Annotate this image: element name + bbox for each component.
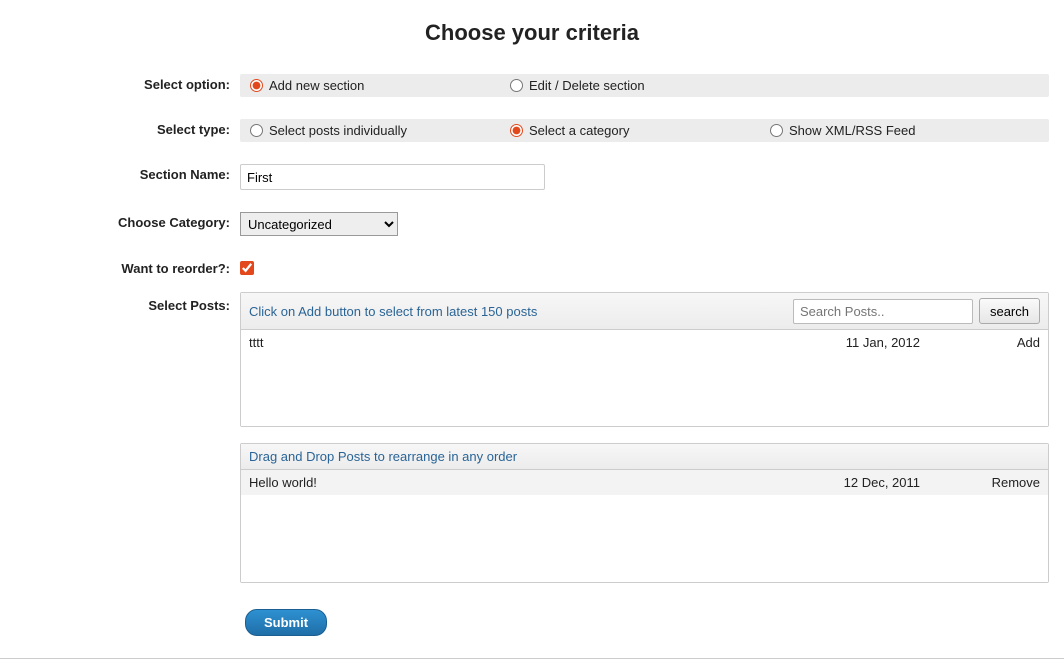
submit-button[interactable]: Submit (245, 609, 327, 636)
option-add-new[interactable]: Add new section (244, 77, 504, 94)
select-type-label: Select type: (15, 119, 240, 137)
option-add-new-label: Add new section (269, 78, 364, 93)
add-post-button[interactable]: Add (960, 335, 1040, 350)
available-posts-panel: Click on Add button to select from lates… (240, 292, 1049, 427)
available-post-title: tttt (249, 335, 820, 350)
selected-post-row[interactable]: Hello world! 12 Dec, 2011 Remove (241, 470, 1048, 495)
available-post-row: tttt 11 Jan, 2012 Add (241, 330, 1048, 355)
category-select[interactable]: Uncategorized (240, 212, 398, 236)
search-posts-input[interactable] (793, 299, 973, 324)
type-individually-label: Select posts individually (269, 123, 407, 138)
type-category[interactable]: Select a category (504, 122, 764, 139)
remove-post-button[interactable]: Remove (960, 475, 1040, 490)
type-individually-radio[interactable] (250, 124, 263, 137)
choose-category-label: Choose Category: (15, 212, 240, 230)
want-reorder-label: Want to reorder?: (15, 258, 240, 276)
option-edit-delete-label: Edit / Delete section (529, 78, 645, 93)
option-edit-delete[interactable]: Edit / Delete section (504, 77, 764, 94)
available-posts-body[interactable]: tttt 11 Jan, 2012 Add (241, 330, 1048, 426)
select-option-label: Select option: (15, 74, 240, 92)
option-edit-delete-radio[interactable] (510, 79, 523, 92)
available-post-date: 11 Jan, 2012 (820, 335, 960, 350)
page-title: Choose your criteria (15, 20, 1049, 46)
search-button[interactable]: search (979, 298, 1040, 324)
option-add-new-radio[interactable] (250, 79, 263, 92)
section-name-input[interactable] (240, 164, 545, 190)
selected-posts-panel: Drag and Drop Posts to rearrange in any … (240, 443, 1049, 583)
selected-post-date: 12 Dec, 2011 (820, 475, 960, 490)
selected-post-title: Hello world! (249, 475, 820, 490)
section-name-label: Section Name: (15, 164, 240, 182)
type-rss-radio[interactable] (770, 124, 783, 137)
select-posts-label: Select Posts: (15, 292, 240, 313)
reorder-checkbox[interactable] (240, 261, 254, 275)
type-rss-label: Show XML/RSS Feed (789, 123, 915, 138)
type-category-radio[interactable] (510, 124, 523, 137)
type-rss[interactable]: Show XML/RSS Feed (764, 122, 1024, 139)
type-category-label: Select a category (529, 123, 629, 138)
available-hint: Click on Add button to select from lates… (249, 304, 537, 319)
selected-posts-body[interactable]: Hello world! 12 Dec, 2011 Remove (241, 470, 1048, 582)
selected-hint: Drag and Drop Posts to rearrange in any … (249, 449, 517, 464)
type-individually[interactable]: Select posts individually (244, 122, 504, 139)
divider (0, 658, 1064, 659)
